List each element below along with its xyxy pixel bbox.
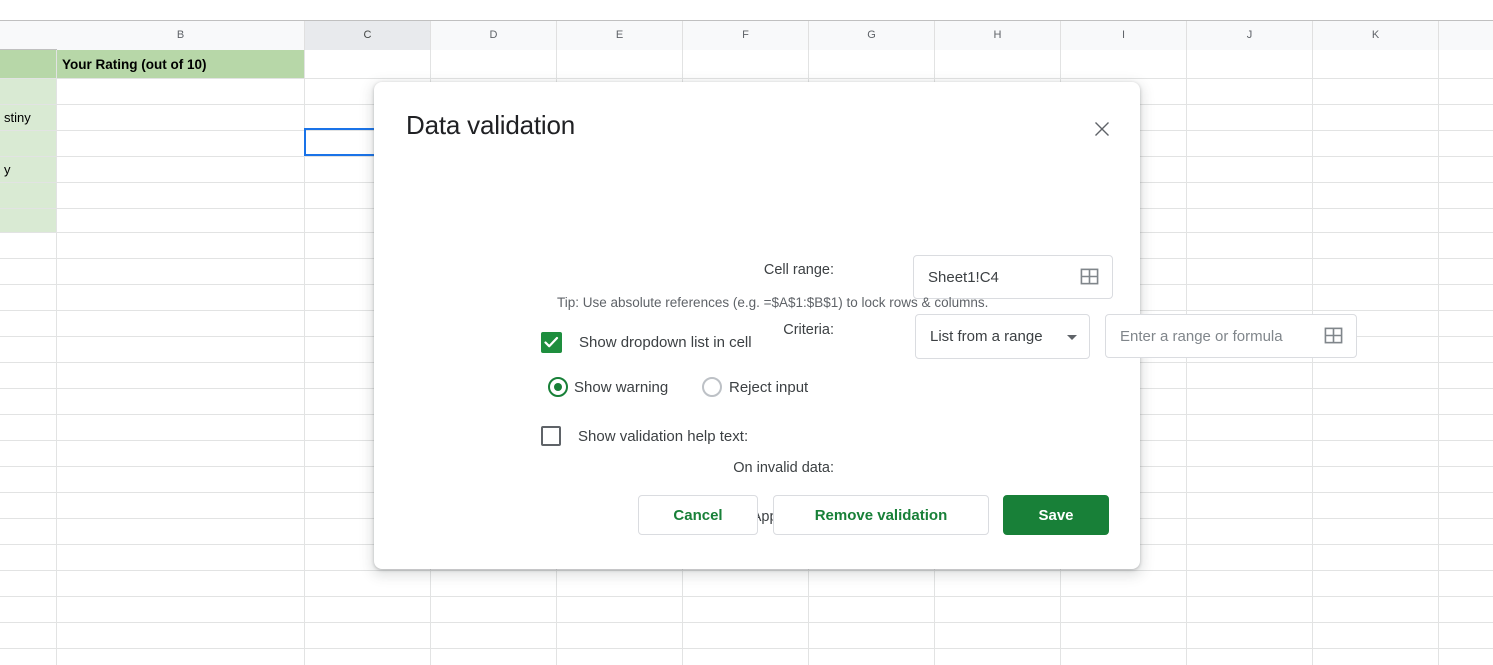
dialog-title: Data validation: [406, 110, 575, 140]
remove-validation-button[interactable]: Remove validation: [773, 495, 989, 535]
grid-picker-icon[interactable]: [1324, 326, 1344, 346]
criteria-range-input[interactable]: Enter a range or formula: [1105, 314, 1357, 358]
column-header-b[interactable]: B: [57, 21, 305, 50]
column-header-i[interactable]: I: [1061, 21, 1187, 50]
save-button[interactable]: Save: [1003, 495, 1109, 535]
grid-row-line: [0, 622, 1493, 623]
radio-show-warning-label: Show warning: [574, 379, 669, 396]
cell-a7[interactable]: [0, 208, 57, 232]
grid-picker-icon[interactable]: [1080, 267, 1100, 287]
criteria-tip: Tip: Use absolute references (e.g. =$A$1…: [557, 295, 989, 310]
radio-reject-input-label: Reject input: [729, 379, 809, 396]
cancel-button[interactable]: Cancel: [638, 495, 758, 535]
show-dropdown-checkbox[interactable]: [541, 332, 562, 353]
cell-a5[interactable]: y: [0, 156, 57, 182]
on-invalid-data-label: On invalid data:: [733, 460, 834, 476]
column-header-e[interactable]: E: [557, 21, 683, 50]
column-header-row: B C D E F G H I J K: [0, 20, 1493, 50]
cell-a3[interactable]: stiny: [0, 104, 57, 130]
criteria-type-value: List from a range: [930, 328, 1043, 345]
column-header-k[interactable]: K: [1313, 21, 1439, 50]
cell-range-input[interactable]: Sheet1!C4: [913, 255, 1113, 299]
column-header-g[interactable]: G: [809, 21, 935, 50]
chevron-down-icon: [1067, 334, 1077, 340]
cell-a4[interactable]: [0, 130, 57, 156]
column-header-h[interactable]: H: [935, 21, 1061, 50]
cell-a1[interactable]: [0, 50, 57, 78]
column-header-partial[interactable]: [1439, 21, 1493, 50]
grid-col-line: [56, 50, 57, 665]
criteria-type-select[interactable]: List from a range: [915, 314, 1090, 359]
show-dropdown-label: Show dropdown list in cell: [579, 334, 752, 351]
cell-a6[interactable]: [0, 182, 57, 208]
column-header-f[interactable]: F: [683, 21, 809, 50]
data-validation-dialog: Data validation Cell range: Sheet1!C4 Cr…: [374, 82, 1357, 569]
criteria-range-placeholder: Enter a range or formula: [1120, 327, 1283, 345]
radio-reject-input[interactable]: [702, 377, 722, 397]
grid-row-line: [0, 596, 1493, 597]
column-header-c[interactable]: C: [305, 21, 431, 50]
grid-col-line: [1438, 50, 1439, 665]
grid-row-line: [0, 570, 1493, 571]
column-header-j[interactable]: J: [1187, 21, 1313, 50]
radio-show-warning[interactable]: [548, 377, 568, 397]
cell-a2[interactable]: [0, 78, 57, 104]
grid-row-line: [0, 78, 1493, 79]
checkmark-icon: [544, 336, 559, 348]
cell-range-label: Cell range:: [763, 262, 834, 278]
cell-range-value: Sheet1!C4: [928, 268, 999, 286]
show-help-text-checkbox[interactable]: [541, 426, 561, 446]
close-icon[interactable]: [1088, 115, 1116, 143]
cell-b1[interactable]: Your Rating (out of 10): [57, 50, 305, 78]
show-help-text-label: Show validation help text:: [578, 428, 749, 445]
column-header-d[interactable]: D: [431, 21, 557, 50]
grid-row-line: [0, 648, 1493, 649]
